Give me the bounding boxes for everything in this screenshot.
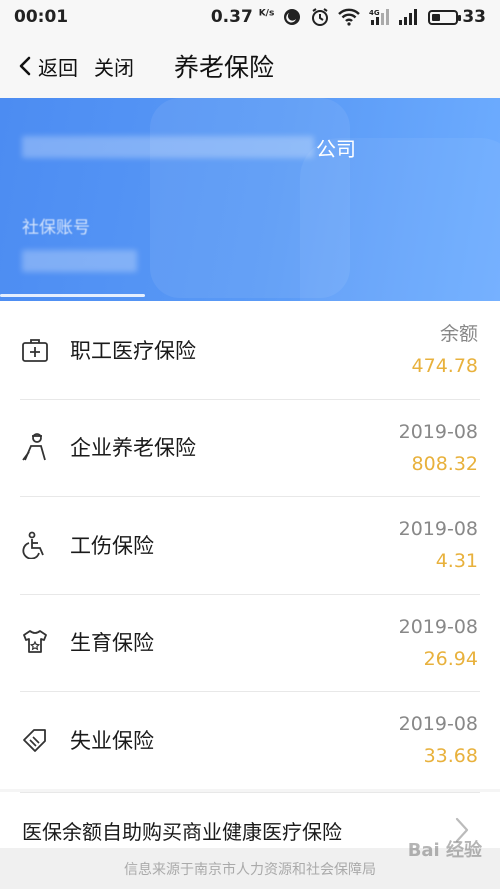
insurance-amount: 4.31 [435,550,478,572]
insurance-label: 职工医疗保险 [70,338,196,363]
banner-decoration [300,138,500,301]
insurance-meta: 2019-08 [398,420,478,443]
battery-fill [432,13,440,21]
insurance-values: 2019-08 4.31 [399,516,478,576]
insurance-amount: 808.32 [411,452,478,475]
do-not-disturb-icon [282,7,302,27]
insurance-row-unemployment[interactable]: 失业保险 2019-08 33.68 [0,691,500,789]
insurance-values: 余额 474.78 [412,321,478,381]
insurance-meta: 2019-08 [398,713,478,735]
battery-icon [428,9,462,25]
purchase-label: 医保余额自助购买商业健康医疗保险 [22,819,342,844]
baby-onesie-icon [20,627,50,657]
back-button[interactable]: 返回 [16,52,78,81]
insurance-values: 2019-08 33.68 [399,711,478,771]
insurance-row-maternity[interactable]: 生育保险 2019-08 26.94 [0,593,500,692]
insurance-amount: 26.94 [423,647,478,670]
blurred-account-number [22,250,137,272]
network-speed-value: 0.37 [210,7,253,27]
cellular-4g-icon: 4G [368,8,390,26]
elderly-person-icon [20,432,50,462]
network-type-label: 4G [369,9,380,17]
status-bar: 00:01 0.37 K/s 4G 33 [0,0,500,34]
insurance-values: 2019-08 26.94 [399,614,478,674]
wheelchair-icon [20,530,50,560]
close-button[interactable]: 关闭 [94,52,134,81]
insurance-label: 企业养老保险 [70,436,196,461]
insurance-meta: 2019-08 [398,518,478,540]
status-icons: 0.37 K/s 4G 33 [211,7,486,27]
insurance-label: 工伤保险 [70,533,154,558]
insurance-meta: 2019-08 [398,615,478,638]
insurance-label: 失业保险 [70,728,154,753]
medical-kit-icon [20,335,50,365]
back-label: 返回 [38,55,78,80]
insurance-row-work-injury[interactable]: 工伤保险 2019-08 4.31 [0,496,500,594]
insurance-amount: 474.78 [411,355,478,377]
wifi-icon [338,8,361,26]
insurance-row-medical[interactable]: 职工医疗保险 余额 474.78 [0,301,500,399]
insurance-row-pension[interactable]: 企业养老保险 2019-08 808.32 [0,398,500,497]
status-time: 00:01 [14,7,69,27]
banner-divider [0,294,145,297]
briefcase-tag-icon [20,725,50,755]
watermark: Bai 经验 [407,840,482,861]
account-banner [0,98,500,301]
network-speed-unit: K/s [258,8,275,19]
nav-bar: 返回 关闭 养老保险 [0,34,500,98]
insurance-meta: 余额 [439,323,478,345]
page-title: 养老保险 [174,53,275,82]
company-name-suffix: 公司 [316,137,356,161]
insurance-values: 2019-08 808.32 [399,419,478,479]
alarm-icon [310,7,330,27]
blurred-company-name [22,136,314,158]
cellular-signal-icon [398,8,420,26]
insurance-label: 生育保险 [70,631,154,656]
network-speed: 0.37 K/s [211,7,275,27]
insurance-list: 职工医疗保险 余额 474.78 企业养老保险 2019-08 808.32 工… [0,301,500,789]
chevron-left-icon [19,56,31,76]
insurance-amount: 33.68 [423,745,478,767]
battery-percent: 33 [462,7,486,27]
account-label: 社保账号 [22,218,90,238]
battery-indicator: 33 [428,7,486,27]
